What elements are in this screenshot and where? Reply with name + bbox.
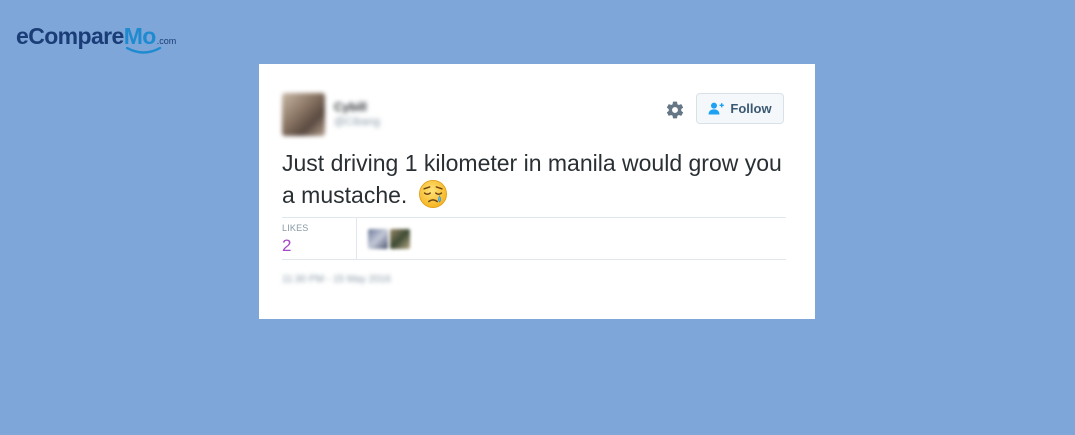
ecomparemo-logo[interactable]: eCompare Mo .com <box>16 14 176 54</box>
logo-smile-icon <box>125 47 161 54</box>
gear-icon[interactable] <box>665 100 685 120</box>
follow-button[interactable]: Follow <box>696 93 784 124</box>
brand-name-accent-text: Mo <box>123 23 157 49</box>
author-avatar[interactable] <box>282 93 325 136</box>
likes-count[interactable]: 2 <box>282 236 291 256</box>
stats-bottom-divider <box>282 259 786 260</box>
tweet-timestamp[interactable]: 11:30 PM - 15 May 2016 <box>282 274 391 285</box>
brand-name-accent: Mo <box>123 23 161 54</box>
sleepy-face-emoji-icon <box>418 180 447 208</box>
likes-stat[interactable]: LIKES 2 <box>282 218 357 259</box>
liker-avatar[interactable] <box>390 229 410 249</box>
liker-avatar[interactable] <box>368 229 388 249</box>
likers-avatars <box>368 229 410 249</box>
tweet-text: Just driving 1 kilometer in manila would… <box>282 150 782 208</box>
author-handle[interactable]: @Cibang <box>334 115 380 130</box>
follow-button-label: Follow <box>730 101 772 116</box>
tweet-author[interactable]: Cybill @Cibang <box>282 93 380 136</box>
brand-name-primary: eCompare <box>16 23 124 49</box>
tweet-text-container: Just driving 1 kilometer in manila would… <box>282 148 792 211</box>
author-display-name[interactable]: Cybill <box>334 99 380 115</box>
embedded-tweet-card: Cybill @Cibang Follow Just driving 1 kil… <box>259 64 815 319</box>
likes-label: LIKES <box>282 223 309 233</box>
page: eCompare Mo .com Cybill @Cibang Follow J… <box>0 0 1075 435</box>
stats-top-divider <box>282 217 786 218</box>
add-user-icon <box>708 102 725 115</box>
author-names: Cybill @Cibang <box>334 99 380 130</box>
